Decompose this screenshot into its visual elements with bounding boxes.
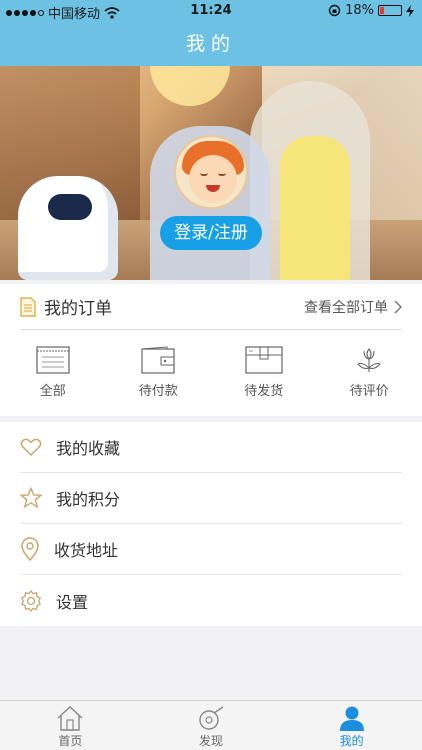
battery-icon	[378, 5, 402, 16]
rotation-lock-icon	[328, 4, 341, 17]
banner-robot	[18, 176, 118, 280]
home-icon	[57, 706, 83, 731]
menu-item-label: 设置	[56, 592, 89, 612]
profile-menu: 我的收藏 我的积分 收货地址 设置	[0, 422, 422, 626]
order-status-pending-shipment[interactable]: 待发货	[211, 346, 317, 406]
tab-label: 我的	[339, 734, 364, 748]
tab-profile[interactable]: 我的	[281, 701, 422, 750]
charging-icon	[406, 4, 414, 17]
discover-icon	[199, 706, 224, 730]
menu-item-address[interactable]: 收货地址	[20, 524, 402, 575]
robot-eye	[48, 194, 92, 220]
order-status-label: 待发货	[244, 384, 284, 399]
view-all-orders-link[interactable]: 查看全部订单	[304, 297, 402, 317]
order-status-label: 待评价	[349, 384, 389, 399]
orders-title-group: 我的订单	[20, 294, 112, 319]
orders-section: 我的订单 查看全部订单 全部 待付款 待发货 待评价	[0, 284, 422, 416]
gear-icon	[20, 589, 42, 612]
menu-item-favorites[interactable]: 我的收藏	[20, 422, 402, 473]
menu-item-points[interactable]: 我的积分	[20, 473, 402, 524]
avatar-face	[189, 155, 237, 203]
view-all-orders-label: 查看全部订单	[304, 299, 388, 316]
orders-header: 我的订单 查看全部订单	[20, 284, 402, 330]
banner-person-child	[280, 136, 350, 280]
chevron-right-icon	[394, 299, 402, 314]
menu-item-label: 我的积分	[56, 490, 121, 509]
avatar[interactable]	[174, 135, 248, 209]
order-doc-icon	[20, 296, 36, 317]
location-pin-icon	[21, 537, 39, 561]
heart-icon	[20, 438, 42, 457]
page-title: 我的	[0, 22, 422, 66]
status-right: 18%	[328, 3, 414, 18]
box-icon	[245, 346, 283, 374]
menu-item-label: 我的收藏	[56, 439, 121, 458]
wallet-icon	[141, 346, 175, 374]
order-status-label: 全部	[39, 384, 66, 399]
menu-item-label: 收货地址	[54, 541, 119, 560]
tab-label: 首页	[58, 734, 83, 748]
banner-lamp	[150, 66, 230, 106]
menu-item-settings[interactable]: 设置	[20, 575, 402, 626]
order-status-row: 全部 待付款 待发货 待评价	[0, 346, 422, 406]
tab-discover[interactable]: 发现	[141, 701, 282, 750]
star-icon	[20, 487, 42, 509]
battery-percent: 18%	[345, 3, 374, 18]
status-bar: 中国移动 11:24 18%	[0, 0, 422, 22]
user-icon	[339, 706, 364, 731]
order-status-all[interactable]: 全部	[0, 346, 106, 406]
tab-label: 发现	[199, 734, 224, 748]
battery-fill	[380, 7, 384, 14]
login-register-button[interactable]: 登录/注册	[160, 216, 262, 250]
order-status-label: 待付款	[138, 384, 178, 399]
orders-title: 我的订单	[44, 299, 112, 319]
order-status-pending-payment[interactable]: 待付款	[106, 346, 212, 406]
flower-icon	[357, 348, 382, 372]
tab-home[interactable]: 首页	[0, 701, 141, 750]
tab-bar: 首页 发现 我的	[0, 700, 422, 750]
order-status-pending-review[interactable]: 待评价	[317, 346, 422, 406]
list-doc-icon	[36, 346, 70, 374]
